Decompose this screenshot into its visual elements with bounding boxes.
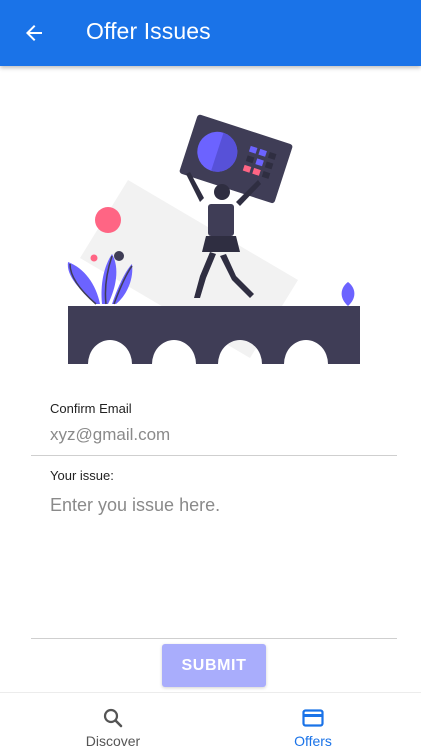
bridge-shape	[68, 306, 360, 364]
plant-berry	[114, 251, 124, 261]
person-lifting-screen-illustration	[67, 114, 360, 364]
issue-label: Your issue:	[50, 468, 114, 483]
submit-button[interactable]: SUBMIT	[162, 644, 266, 687]
search-icon	[103, 708, 123, 728]
email-label: Confirm Email	[50, 401, 132, 416]
issue-textarea[interactable]	[50, 495, 395, 630]
back-button[interactable]	[20, 19, 48, 47]
email-underline	[31, 455, 397, 456]
issue-underline	[31, 638, 397, 639]
email-field[interactable]	[50, 423, 390, 447]
small-leaf	[341, 282, 355, 306]
page-title: Offer Issues	[86, 18, 211, 44]
arrow-left-icon	[26, 25, 42, 41]
nav-label-offers: Offers	[294, 733, 332, 749]
plant-berry	[90, 254, 98, 262]
pink-circle	[95, 207, 121, 233]
credit-card-icon	[302, 709, 324, 727]
offer-issues-screen: Offer Issues Confirm Email xyz@gmail.com…	[0, 0, 421, 756]
bottom-navigation: Discover Offers	[0, 692, 421, 756]
plant-leaf	[67, 262, 100, 304]
nav-label-discover: Discover	[85, 733, 141, 749]
nav-item-offers[interactable]: Offers	[208, 693, 418, 756]
nav-item-discover[interactable]: Discover	[8, 693, 218, 756]
app-bar: Offer Issues	[0, 0, 421, 66]
